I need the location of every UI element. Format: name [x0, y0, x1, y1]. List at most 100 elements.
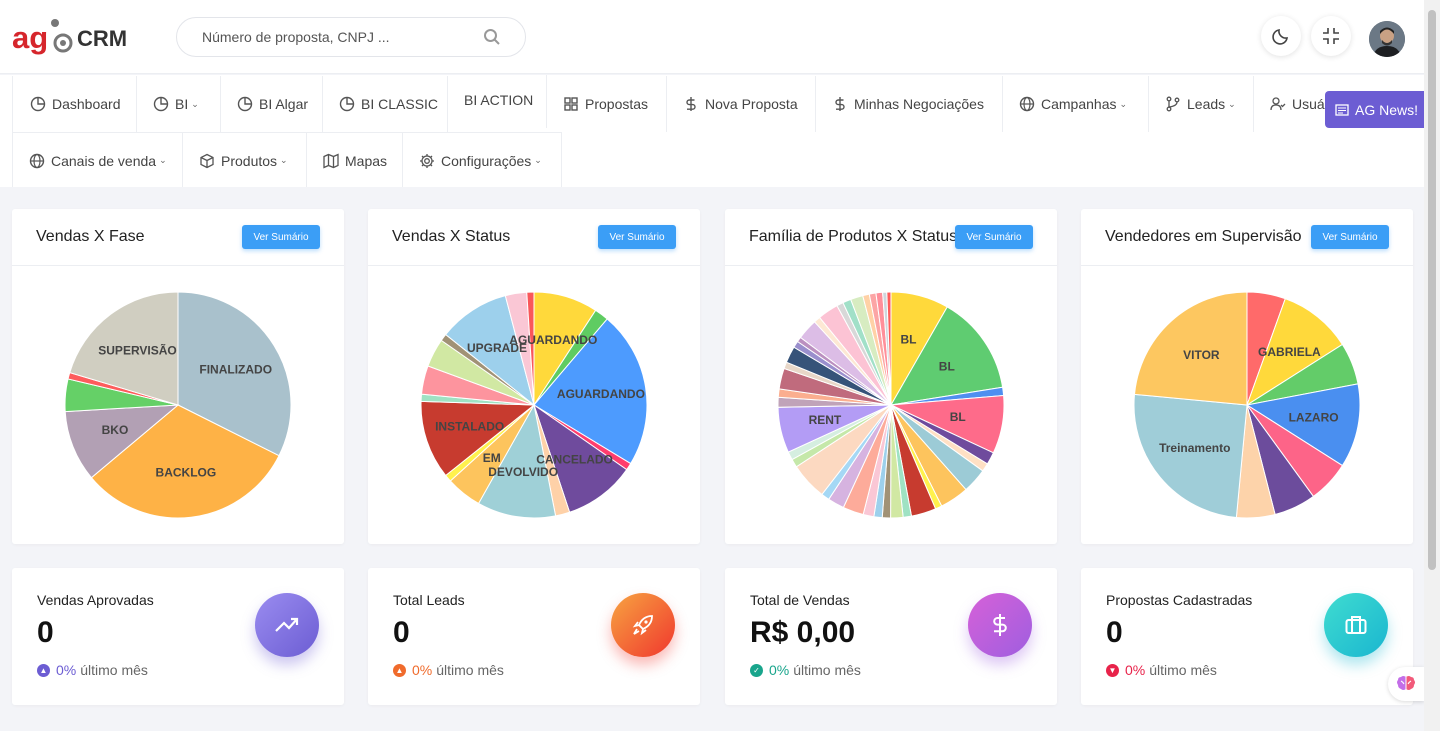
top-header: ag CRM Número de proposta, CNPJ ...	[0, 0, 1424, 74]
nav-campanhas[interactable]: Campanhas ⌄	[1003, 76, 1149, 132]
chart-card-title: Família de Produtos X Status	[749, 228, 958, 245]
stat-card-vendas-aprovadas: Vendas Aprovadas 0 ▲ 0% último mês	[12, 568, 344, 705]
dollar-icon	[686, 97, 696, 111]
search-input[interactable]: Número de proposta, CNPJ ...	[202, 29, 390, 45]
pie-slice-label: UPGRADE	[467, 341, 527, 355]
pie-slice-label: BL	[950, 410, 966, 424]
delta-percent: 0%	[769, 662, 790, 678]
divider	[368, 265, 700, 266]
stat-label: Propostas Cadastradas	[1106, 592, 1253, 608]
delta-suffix: último mês	[1149, 662, 1217, 678]
scrollbar-thumb[interactable]	[1428, 10, 1436, 570]
stat-label: Total de Vendas	[750, 592, 850, 608]
ag-news-label: AG News!	[1355, 101, 1419, 118]
pie-slice-label: EM	[483, 451, 501, 465]
stat-value: R$ 0,00	[750, 616, 856, 649]
pie-slice-label: GABRIELA	[1258, 345, 1321, 359]
search-icon[interactable]	[483, 28, 501, 46]
nav-bi-algar[interactable]: BI Algar	[221, 76, 323, 132]
pie-chart-vendedores[interactable]: GABRIELA LAZARO Treinamento VITOR	[1133, 291, 1361, 519]
pie-slice-label: RENT	[809, 413, 842, 427]
chevron-down-icon: ⌄	[1119, 98, 1128, 109]
nav-dashboard[interactable]: Dashboard	[12, 76, 137, 132]
gear-icon	[420, 153, 434, 168]
delta-percent: 0%	[412, 662, 433, 678]
chart-card-vendas-status: Vendas X Status Ver Sumário AGUARDANDO AG…	[368, 209, 700, 544]
nav-produtos-label: Produtos	[221, 152, 278, 169]
stat-card-total-leads: Total Leads 0 ▲ 0% último mês	[368, 568, 700, 705]
nav-mapas[interactable]: Mapas	[307, 132, 403, 187]
nav-minhas-negociacoes[interactable]: Minhas Negociações	[816, 76, 1003, 132]
nav-dashboard-label: Dashboard	[52, 96, 121, 112]
nav-canais-de-venda[interactable]: Canais de venda ⌄	[12, 132, 183, 187]
pie-chart-vendas-fase[interactable]: FINALIZADO BACKLOG BKO SUPERVISÃO	[64, 291, 292, 519]
ver-sumario-button[interactable]: Ver Sumário	[598, 225, 676, 249]
chevron-down-icon: ⌄	[159, 155, 167, 165]
pie-slice-label: INSTALADO	[435, 419, 504, 433]
stat-label: Total Leads	[393, 592, 465, 608]
pie-chart-vendas-status[interactable]: AGUARDANDOAGUARDANDOCANCELADODEVOLVIDOEM…	[420, 291, 648, 519]
nav-propostas[interactable]: Propostas	[547, 76, 667, 132]
main-nav: Dashboard BI ⌄ BI Algar BI CLASSIC BI ACT…	[0, 75, 1424, 187]
pie-slice-label: Treinamento	[1159, 441, 1230, 455]
chart-card-title: Vendas X Fase	[36, 228, 145, 245]
pie-icon	[237, 96, 253, 112]
ver-sumario-button[interactable]: Ver Sumário	[1311, 225, 1389, 249]
stat-value: 0	[1106, 616, 1123, 649]
chevron-up-icon: ▲	[37, 663, 50, 677]
chevron-up-icon: ▲	[393, 663, 406, 677]
nav-bi-algar-label: BI Algar	[259, 96, 309, 112]
nav-bi-classic[interactable]: BI CLASSIC	[323, 76, 448, 132]
nav-campanhas-label: Campanhas	[1041, 96, 1117, 112]
grid-icon	[564, 97, 578, 111]
logo-crm-text: CRM	[77, 26, 127, 51]
app-logo[interactable]: ag CRM	[12, 18, 142, 58]
pie-slice-label: BACKLOG	[156, 465, 217, 479]
nav-propostas-label: Propostas	[585, 96, 649, 112]
user-check-icon	[1270, 97, 1286, 111]
ai-assistant-button[interactable]	[1388, 667, 1424, 701]
trending-up-icon	[255, 593, 319, 657]
logo-ag-text: ag	[12, 20, 48, 55]
chart-card-title: Vendedores em Supervisão	[1105, 228, 1302, 245]
stat-delta: ▲ 0% último mês	[37, 662, 148, 678]
nav-bi-action[interactable]: BI ACTION	[448, 75, 547, 128]
nav-bi-action-label: BI ACTION	[464, 92, 534, 108]
pie-icon	[30, 96, 46, 112]
pie-slice-label: SUPERVISÃO	[98, 343, 176, 358]
pie-slice-label: BL	[939, 359, 955, 373]
user-avatar[interactable]	[1369, 21, 1405, 57]
branch-icon	[1166, 96, 1180, 112]
nav-bi-classic-label: BI CLASSIC	[361, 96, 439, 112]
briefcase-icon	[1324, 593, 1388, 657]
check-icon: ✓	[750, 663, 763, 677]
nav-nova-proposta[interactable]: Nova Proposta	[667, 76, 816, 132]
chart-card-familia-produtos: Família de Produtos X Status Ver Sumário…	[725, 209, 1057, 544]
theme-toggle-button[interactable]	[1261, 16, 1301, 56]
search-bar[interactable]: Número de proposta, CNPJ ...	[176, 17, 526, 57]
chevron-down-icon: ⌄	[280, 155, 288, 165]
pie-slice-label: FINALIZADO	[199, 362, 272, 376]
nav-nova-proposta-label: Nova Proposta	[705, 96, 798, 112]
stat-delta: ▼ 0% último mês	[1106, 662, 1217, 678]
nav-usuarios-label: Usuá	[1292, 96, 1325, 112]
ver-sumario-button[interactable]: Ver Sumário	[955, 225, 1033, 249]
pie-slice-label: LAZARO	[1289, 411, 1339, 425]
ag-news-button[interactable]: AG News!	[1325, 91, 1427, 128]
nav-bi[interactable]: BI ⌄	[137, 76, 221, 132]
page-scrollbar[interactable]	[1424, 0, 1440, 731]
nav-produtos[interactable]: Produtos ⌄	[183, 132, 307, 187]
pie-chart-familia-produtos[interactable]: BL BL BL RENT	[777, 291, 1005, 519]
pie-slice[interactable]	[1133, 393, 1248, 519]
delta-percent: 0%	[1125, 662, 1146, 678]
nav-minhas-negociacoes-label: Minhas Negociações	[854, 96, 984, 112]
nav-leads[interactable]: Leads ⌄	[1149, 76, 1254, 132]
nav-bi-label: BI	[175, 96, 189, 112]
dollar-icon	[968, 593, 1032, 657]
chevron-down-icon: ⌄	[191, 98, 199, 109]
nav-configuracoes[interactable]: Configurações ⌄	[403, 132, 562, 187]
fullscreen-button[interactable]	[1311, 16, 1351, 56]
divider	[725, 265, 1057, 266]
pie-slice-label: AGUARDANDO	[557, 387, 645, 401]
ver-sumario-button[interactable]: Ver Sumário	[242, 225, 320, 249]
